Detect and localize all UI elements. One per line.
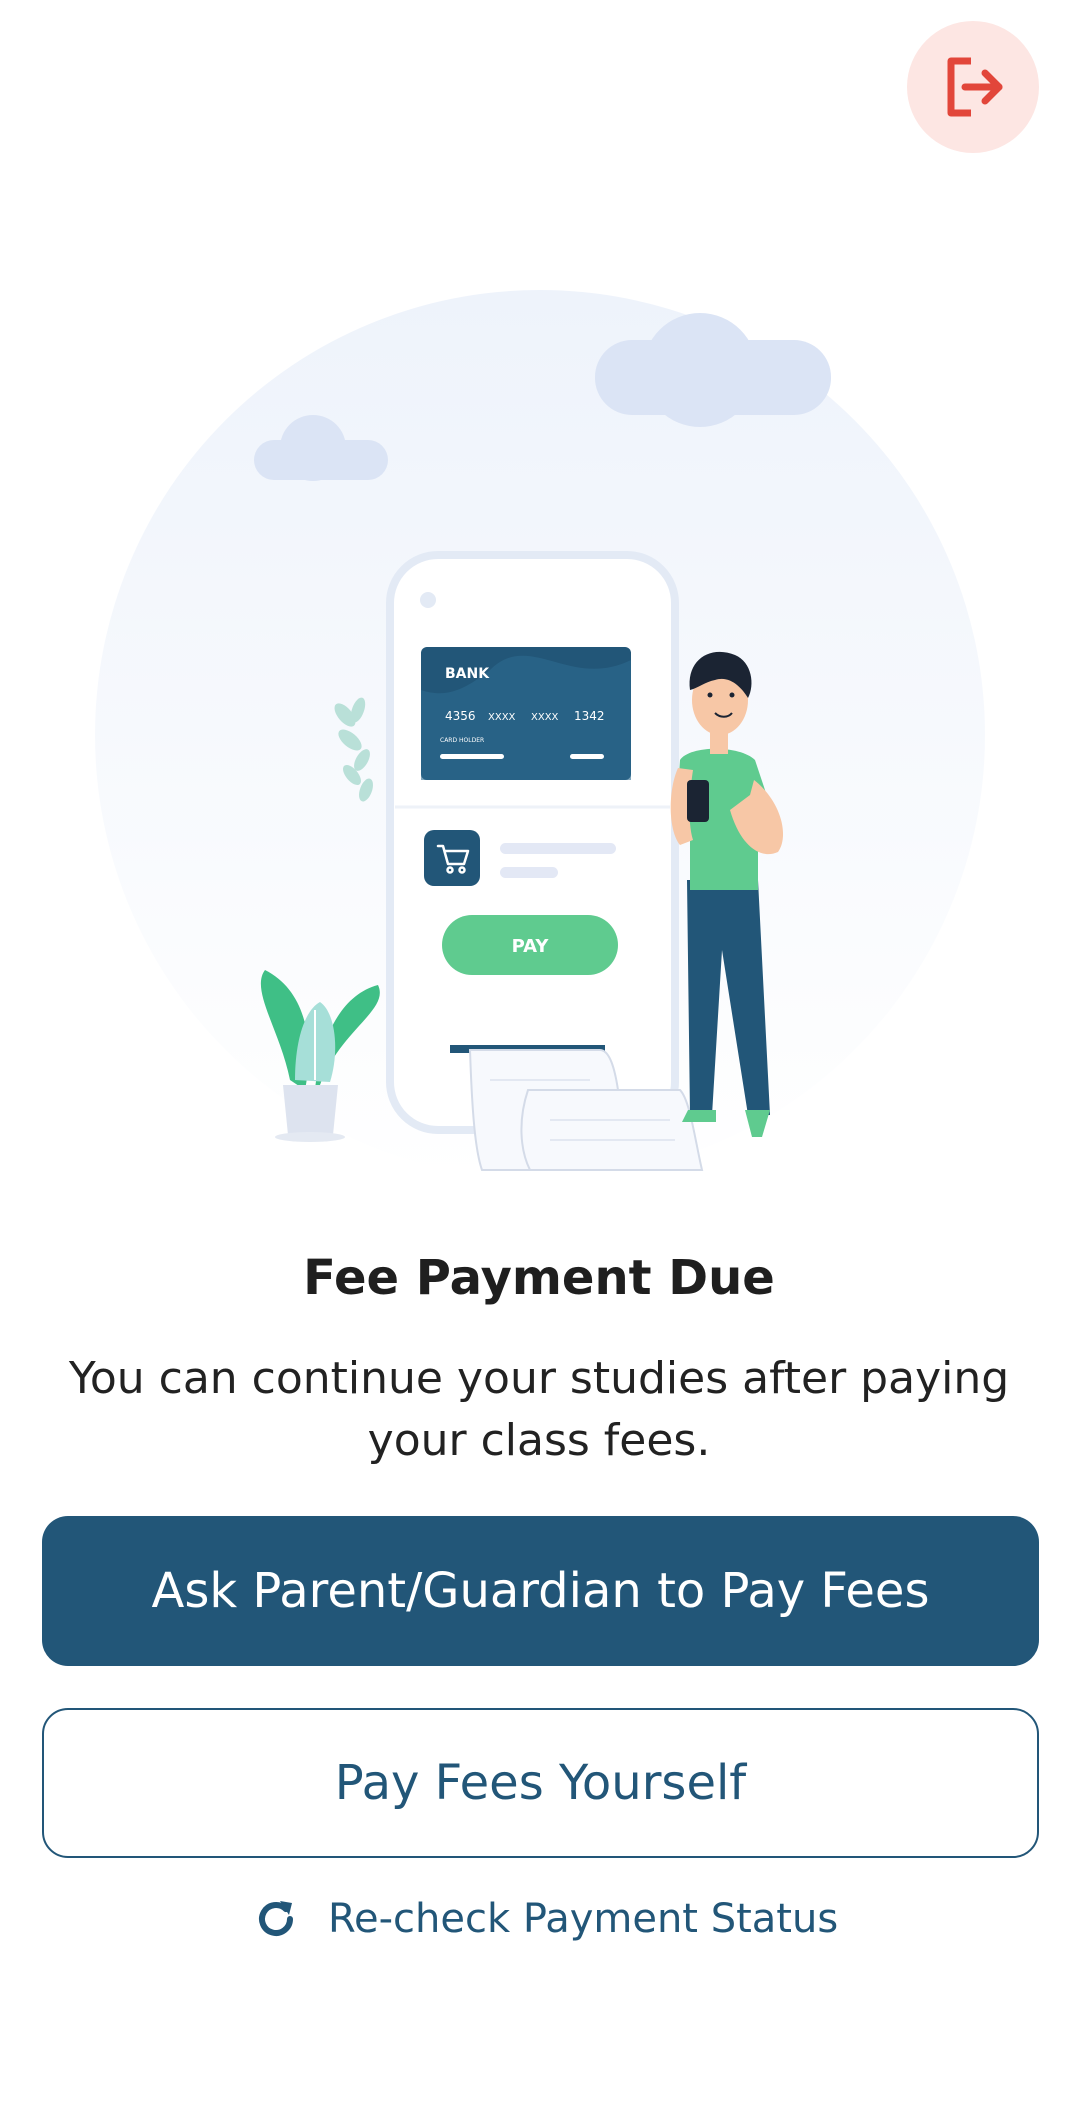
subtitle-line-1: You can continue your studies after payi…: [68, 1353, 1010, 1404]
card-number-3: XXXX: [531, 712, 559, 723]
pay-fees-yourself-label: Pay Fees Yourself: [334, 1755, 747, 1811]
logout-icon: [947, 57, 1003, 117]
card-number-2: XXXX: [488, 712, 516, 723]
card-holder-label: CARD HOLDER: [440, 737, 484, 744]
bank-card: BANK 4356 XXXX XXXX 1342 CARD HOLDER: [421, 647, 631, 780]
subtitle-line-2: your class fees.: [367, 1415, 711, 1466]
page-subtitle: You can continue your studies after payi…: [50, 1348, 1028, 1472]
page-title: Fee Payment Due: [303, 1250, 775, 1306]
payment-illustration: BANK 4356 XXXX XXXX 1342 CARD HOLDER PAY: [95, 290, 985, 1180]
pay-fees-yourself-button[interactable]: Pay Fees Yourself: [42, 1708, 1039, 1858]
refresh-icon: [259, 1901, 293, 1936]
ask-parent-button[interactable]: Ask Parent/Guardian to Pay Fees: [42, 1516, 1039, 1666]
card-number-1: 4356: [445, 709, 476, 723]
pay-pill-label: PAY: [512, 936, 550, 957]
phone: BANK 4356 XXXX XXXX 1342 CARD HOLDER PAY: [386, 551, 679, 1134]
card-number-4: 1342: [574, 709, 605, 723]
recheck-label: Re-check Payment Status: [328, 1896, 839, 1942]
logout-button[interactable]: [907, 21, 1039, 153]
ask-parent-button-label: Ask Parent/Guardian to Pay Fees: [151, 1563, 930, 1619]
recheck-payment-status-link[interactable]: Re-check Payment Status: [252, 1895, 838, 1943]
pay-pill: PAY: [442, 915, 618, 975]
card-bank-label: BANK: [445, 666, 490, 682]
